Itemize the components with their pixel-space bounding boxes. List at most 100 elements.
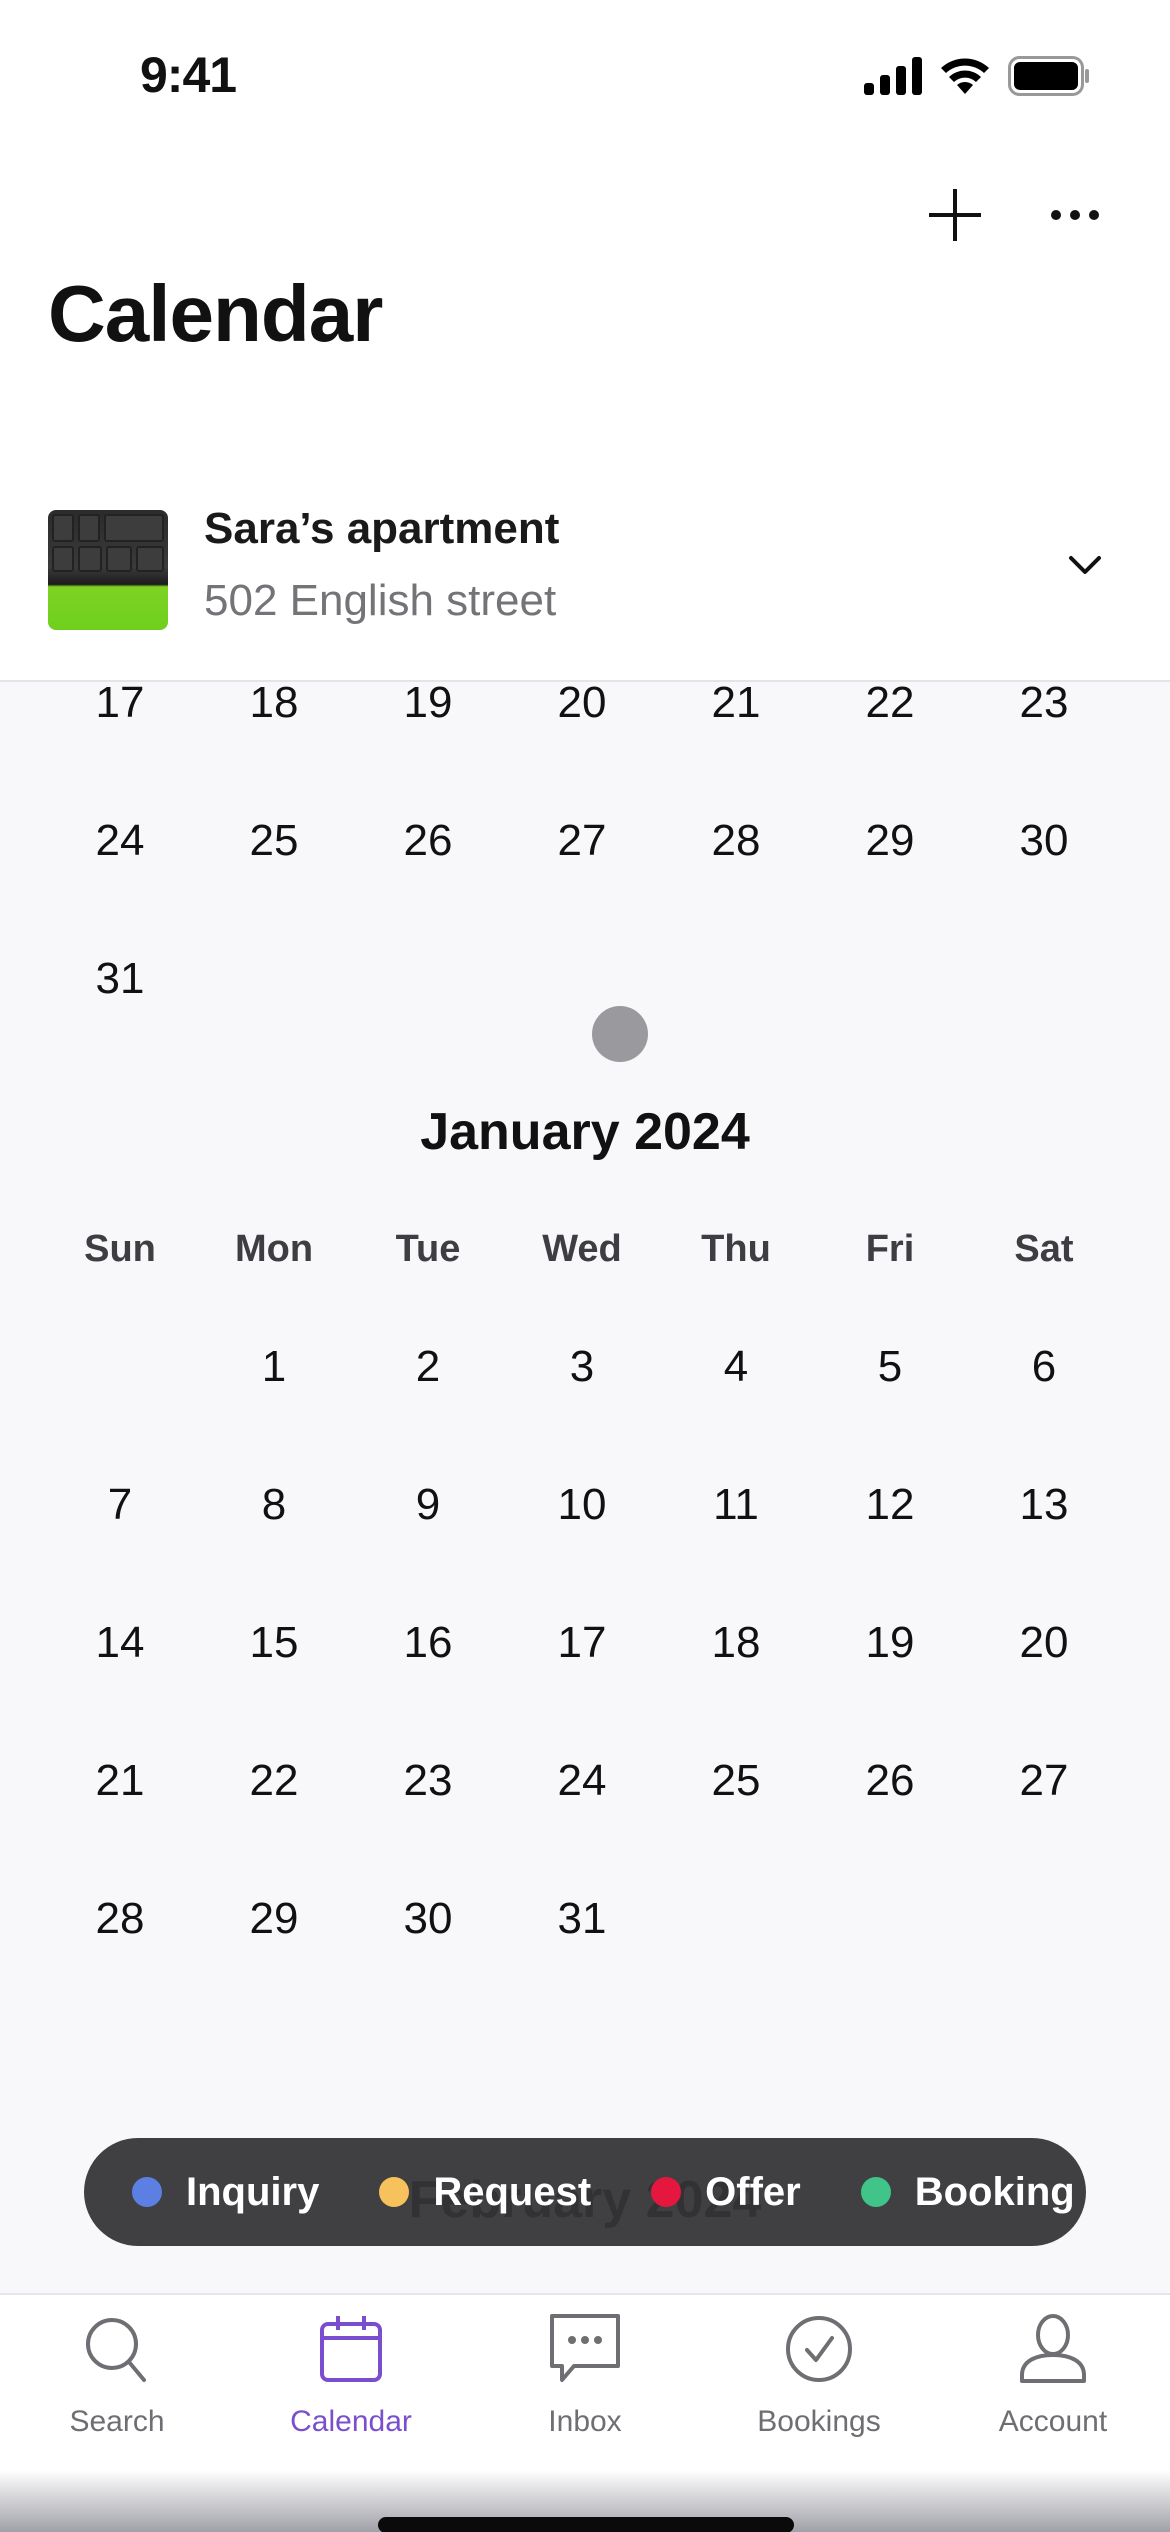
check-circle-icon [786,2316,852,2382]
month-title: January 2024 [420,1103,750,1161]
tab-account[interactable]: Account [936,2309,1170,2449]
day-cell[interactable]: 19 [813,1618,967,1668]
day-cell[interactable]: 31 [43,954,197,1004]
weekday-label: Thu [701,1228,771,1270]
legend-dot-inquiry [132,2177,162,2207]
day-cell[interactable]: 17 [43,682,197,728]
listing-address: 502 English street [204,576,557,625]
day-cell[interactable]: 6 [967,1342,1121,1392]
day-cell[interactable]: 7 [43,1480,197,1530]
tab-label: Calendar [290,2405,412,2438]
day-cell[interactable]: 29 [197,1894,351,1944]
plus-icon [929,189,981,241]
day-cell[interactable]: 31 [505,1894,659,1944]
listing-selector[interactable]: Sara’s apartment 502 English street [0,480,1170,680]
day-cell[interactable]: 15 [197,1618,351,1668]
weekday-label: Tue [395,1228,461,1270]
day-cell[interactable]: 25 [659,1756,813,1806]
week-row: 7 8 9 10 11 12 13 [0,1480,1170,1560]
week-row: 24 25 26 27 28 29 30 [0,816,1170,896]
status-icons [864,56,1090,96]
day-cell[interactable]: 30 [967,816,1121,866]
tab-label: Search [69,2405,165,2438]
calendar-scroll-view[interactable]: 17 18 19 20 21 22 23 24 25 26 27 28 29 30 31 January 2… [0,682,1170,2292]
battery-icon [1008,56,1089,96]
weekday-label: Sun [84,1228,156,1270]
status-legend: Inquiry Request Offer Booking [84,2138,1086,2246]
day-cell[interactable]: 21 [659,682,813,728]
legend-item-booking: Booking [860,2169,1075,2215]
legend-label: Booking [914,2169,1075,2214]
tab-search[interactable]: Search [0,2309,234,2449]
day-cell[interactable]: 19 [351,682,505,728]
day-cell[interactable]: 23 [967,682,1121,728]
day-cell[interactable]: 11 [659,1480,813,1530]
status-time: 9:41 [140,47,237,103]
tab-calendar[interactable]: Calendar [234,2309,468,2449]
day-cell[interactable]: 3 [505,1342,659,1392]
legend-dot-offer [651,2177,682,2207]
calendar-icon [320,2316,382,2382]
tab-bookings[interactable]: Bookings [702,2309,936,2449]
day-cell[interactable]: 21 [43,1756,197,1806]
chat-icon [550,2314,620,2382]
person-icon [1020,2314,1086,2383]
day-cell[interactable]: 20 [967,1618,1121,1668]
day-cell[interactable]: 30 [351,1894,505,1944]
day-cell[interactable]: 27 [505,816,659,866]
day-cell[interactable]: 4 [659,1342,813,1392]
weekday-label: Wed [542,1228,622,1270]
search-icon [86,2318,146,2382]
day-cell[interactable]: 26 [813,1756,967,1806]
listing-dropdown-button[interactable] [1060,540,1110,590]
day-cell[interactable]: 24 [43,816,197,866]
day-cell[interactable]: 18 [197,682,351,728]
day-cell[interactable]: 14 [43,1618,197,1668]
day-cell[interactable]: 12 [813,1480,967,1530]
tab-inbox[interactable]: Inbox [468,2309,702,2449]
day-cell[interactable]: 10 [505,1480,659,1530]
chevron-down-icon [1069,556,1101,574]
day-cell[interactable]: 8 [197,1480,351,1530]
day-cell[interactable]: 9 [351,1480,505,1530]
day-cell[interactable]: 16 [351,1618,505,1668]
day-cell[interactable]: 1 [197,1342,351,1392]
scroll-indicator[interactable] [592,1006,648,1062]
day-cell[interactable]: 24 [505,1756,659,1806]
day-cell[interactable]: 22 [813,682,967,728]
header: Calendar Sara’s apartment 502 English st… [0,150,1170,680]
week-row: 21 22 23 24 25 26 27 [0,1756,1170,1836]
day-cell[interactable]: 17 [505,1618,659,1668]
week-row: 14 15 16 17 18 19 20 [0,1618,1170,1698]
day-cell[interactable]: 28 [659,816,813,866]
status-bar: 9:41 [0,0,1170,150]
tab-label: Account [998,2405,1108,2438]
legend-label: Request [433,2169,592,2214]
day-cell[interactable]: 13 [967,1480,1121,1530]
legend-dot-request [379,2177,410,2207]
day-cell[interactable]: 20 [505,682,659,728]
day-cell[interactable]: 2 [351,1342,505,1392]
day-cell[interactable]: 18 [659,1618,813,1668]
day-cell[interactable]: 23 [351,1756,505,1806]
header-actions [920,180,1110,250]
more-button[interactable] [1040,180,1110,250]
day-cell[interactable]: 26 [351,816,505,866]
day-cell[interactable]: 25 [197,816,351,866]
day-cell[interactable]: 29 [813,816,967,866]
ellipsis-icon [1051,210,1099,220]
week-row: 123456 [0,1342,1170,1422]
legend-item-request: Request [379,2170,591,2215]
weekday-label: Sat [1014,1228,1074,1270]
day-cell[interactable]: 5 [813,1342,967,1392]
listing-thumbnail [48,510,168,630]
add-button[interactable] [920,180,990,250]
day-cell[interactable]: 27 [967,1756,1121,1806]
weekday-label: Mon [234,1228,314,1270]
day-cell[interactable]: 22 [197,1756,351,1806]
wifi-icon [941,58,989,94]
day-cell[interactable]: 28 [43,1894,197,1944]
home-indicator[interactable] [378,2517,794,2532]
legend-item-offer: Offer [651,2170,801,2215]
tab-label: Inbox [548,2405,622,2438]
